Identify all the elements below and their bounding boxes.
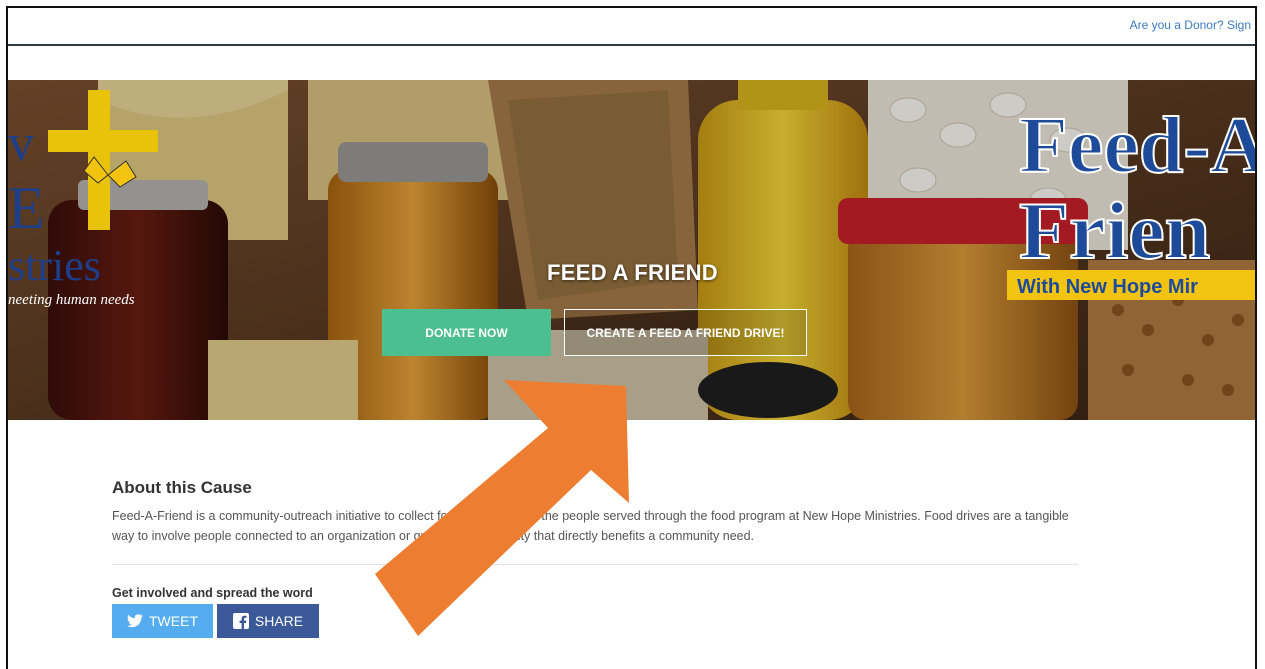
about-heading: About this Cause [112,478,252,497]
browser-frame: Are you a Donor? Sign v E stries neeting… [6,6,1257,669]
tweet-label: TWEET [149,613,198,629]
about-text: Feed-A-Friend is a community-outreach in… [112,509,1069,543]
share-button[interactable]: SHARE [217,604,319,638]
svg-text:neeting human needs: neeting human needs [8,292,135,308]
about-section: About this Cause Feed-A-Friend is a comm… [112,478,1078,546]
hero-title: FEED A FRIEND [547,260,718,285]
share-label: SHARE [254,613,304,629]
svg-text:Feed-A: Feed-A [1019,102,1257,190]
section-divider [112,564,1078,565]
svg-text:v: v [8,115,34,172]
top-bar: Are you a Donor? Sign [8,8,1255,46]
tweet-button[interactable]: TWEET [112,604,213,638]
svg-text:E: E [8,175,45,241]
share-heading: Get involved and spread the word [112,586,313,600]
create-drive-button[interactable]: CREATE A FEED A FRIEND DRIVE! [564,309,807,356]
facebook-icon [232,613,249,629]
twitter-bird-icon [127,614,143,628]
donor-sign-in-link[interactable]: Are you a Donor? Sign [1130,18,1251,32]
hero-banner: v E stries neeting human needs Feed-A Fr… [8,80,1257,420]
donate-now-button[interactable]: DONATE NOW [382,309,551,356]
